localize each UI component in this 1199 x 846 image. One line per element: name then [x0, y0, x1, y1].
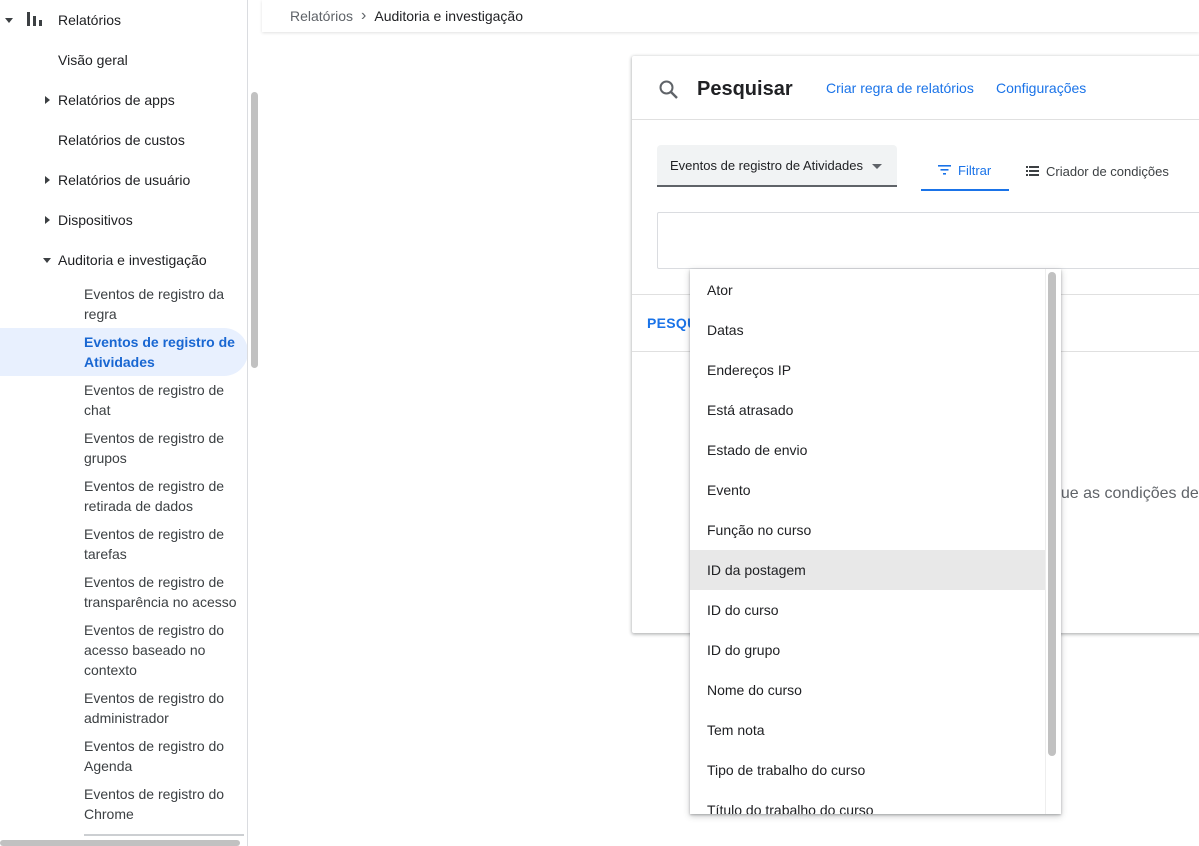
dropdown-option[interactable]: Ator [690, 270, 1045, 310]
sidebar-item-label: Relatórios de custos [58, 132, 185, 148]
sidebar-item-label: Auditoria e investigação [58, 252, 207, 268]
tab-filter-label: Filtrar [958, 162, 992, 178]
sidebar-item-label: Visão geral [58, 52, 128, 68]
sidebar-section-label: Relatórios [58, 12, 122, 28]
sidebar-item-app-reports[interactable]: Relatórios de apps [0, 92, 247, 112]
sidebar-subitem-chat-log[interactable]: Eventos de registro de chat [84, 380, 244, 420]
bar-chart-icon [27, 12, 42, 26]
breadcrumb-current: Auditoria e investigação [374, 8, 524, 24]
search-card-header: Pesquisar Criar regra de relatórios Conf… [632, 56, 1199, 120]
sidebar-subitem-takeout-log[interactable]: Eventos de registro de retirada de dados [84, 476, 244, 516]
breadcrumb-parent[interactable]: Relatórios [290, 8, 353, 24]
sidebar-subitem-access-transparency-log[interactable]: Eventos de registro de transparência no … [84, 572, 244, 612]
dropdown-option[interactable]: Tipo de trabalho do curso [690, 750, 1045, 790]
dropdown-option[interactable]: Função no curso [690, 510, 1045, 550]
tab-condition-builder[interactable]: Criador de condições [1026, 151, 1169, 191]
dropdown-option[interactable]: Endereços IP [690, 350, 1045, 390]
sidebar-section-reports[interactable]: Relatórios [0, 0, 247, 40]
sidebar-subitem-rule-log[interactable]: Eventos de registro da regra [84, 284, 244, 324]
dropdown-option[interactable]: Título do trabalho do curso [690, 790, 1045, 814]
sidebar-item-label: Relatórios de apps [58, 92, 175, 108]
sidebar-item-audit[interactable]: Auditoria e investigação [0, 252, 247, 272]
breadcrumb: Relatórios › Auditoria e investigação [262, 0, 1199, 32]
sidebar-subitem-calendar-log[interactable]: Eventos de registro do Agenda [84, 736, 244, 776]
dropdown-option[interactable]: Evento [690, 470, 1045, 510]
sidebar-item-overview[interactable]: Visão geral [0, 52, 247, 72]
attribute-dropdown-menu: Ator Datas Endereços IP Está atrasado Es… [690, 269, 1061, 814]
sidebar-horizontal-scrollbar[interactable] [0, 840, 240, 846]
tab-condition-builder-label: Criador de condições [1046, 163, 1169, 179]
dropdown-scrollbar-thumb[interactable] [1048, 272, 1056, 756]
sidebar: Relatórios Visão geral Relatórios de app… [0, 0, 248, 846]
chevron-right-icon [45, 216, 50, 224]
cut-off-item [84, 834, 244, 836]
dropdown-option[interactable]: ID do grupo [690, 630, 1045, 670]
filter-icon [938, 165, 951, 175]
settings-link[interactable]: Configurações [996, 80, 1086, 96]
dropdown-option[interactable]: Datas [690, 310, 1045, 350]
chevron-right-icon [45, 176, 50, 184]
sidebar-subitem-chrome-log[interactable]: Eventos de registro do Chrome [84, 784, 244, 824]
sidebar-scrollbar[interactable] [251, 92, 258, 368]
dropdown-option-highlighted[interactable]: ID da postagem [690, 550, 1045, 590]
dropdown-option[interactable]: Tem nota [690, 710, 1045, 750]
sidebar-item-cost-reports[interactable]: Relatórios de custos [0, 132, 247, 152]
sidebar-subitem-groups-log[interactable]: Eventos de registro de grupos [84, 428, 244, 468]
dropdown-option[interactable]: ID do curso [690, 590, 1045, 630]
data-source-select[interactable]: Eventos de registro de Atividades [657, 145, 897, 187]
sidebar-subitem-tasks-log[interactable]: Eventos de registro de tarefas [84, 524, 244, 564]
empty-state-hint: que as condições de [1052, 485, 1199, 502]
sidebar-subitem-admin-log[interactable]: Eventos de registro do administrador [84, 688, 244, 728]
list-icon [1026, 166, 1039, 176]
sidebar-item-user-reports[interactable]: Relatórios de usuário [0, 172, 247, 192]
sidebar-subitem-activity-log[interactable]: Eventos de registro de Atividades [84, 332, 244, 372]
sidebar-item-label: Dispositivos [58, 212, 133, 228]
create-report-rule-link[interactable]: Criar regra de relatórios [826, 80, 974, 96]
page-title: Pesquisar [697, 78, 793, 100]
dropdown-option[interactable]: Nome do curso [690, 670, 1045, 710]
chevron-down-icon [43, 258, 51, 263]
filter-input-box[interactable] [657, 212, 1199, 269]
dropdown-option[interactable]: Estado de envio [690, 430, 1045, 470]
sidebar-item-label: Relatórios de usuário [58, 172, 191, 188]
chevron-right-icon [45, 96, 50, 104]
chevron-right-icon: › [361, 7, 367, 24]
tab-filter[interactable]: Filtrar [921, 151, 1009, 191]
dropdown-arrow-icon [872, 164, 882, 169]
dropdown-option[interactable]: Está atrasado [690, 390, 1045, 430]
search-icon [659, 80, 678, 99]
data-source-value: Eventos de registro de Atividades [670, 157, 863, 173]
sidebar-subitem-context-aware-log[interactable]: Eventos de registro do acesso baseado no… [84, 620, 244, 680]
sidebar-item-devices[interactable]: Dispositivos [0, 212, 247, 232]
chevron-down-icon [5, 18, 13, 23]
